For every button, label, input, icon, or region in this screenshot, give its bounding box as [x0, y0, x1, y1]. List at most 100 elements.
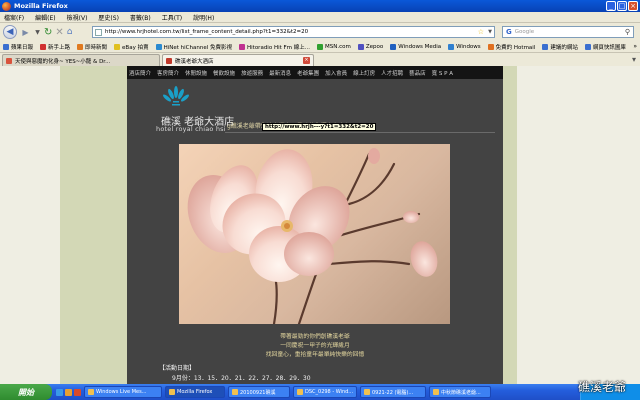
tab-2[interactable]: 礁溪老爺大酒店 × [162, 54, 314, 66]
taskbar-app-icon [232, 389, 238, 395]
hotel-logo-mark-icon [162, 86, 190, 106]
start-label: 開始 [18, 387, 34, 397]
taskbar-button-label: 0921-22 (電腦)... [372, 389, 414, 396]
bookmark-favicon [542, 43, 549, 50]
bookmark-label: 網頁快訊圖庫 [592, 44, 626, 51]
bookmark-label: MSN.com [325, 43, 351, 50]
bookmark-item[interactable]: Windows Media [390, 43, 442, 50]
site-nav-item[interactable]: 線上訂房 [353, 69, 375, 77]
menu-file[interactable]: 檔案(F) [4, 13, 24, 22]
firefox-icon [2, 1, 11, 11]
menu-help[interactable]: 說明(H) [193, 13, 214, 22]
bookmark-item[interactable]: eBay 拍賣 [114, 43, 149, 51]
home-button[interactable]: ⌂ [67, 25, 73, 39]
bookmark-item[interactable]: Windows [448, 43, 481, 50]
search-placeholder: Google [514, 29, 535, 35]
bookmark-item[interactable]: MSN.com [317, 43, 351, 50]
window-controls: _ □ × [606, 1, 638, 11]
tab-close-icon[interactable]: × [303, 57, 310, 64]
bookmark-item[interactable]: HiNet hiChannel 免費影視 [155, 43, 232, 51]
tab-label: 礁溪老爺大酒店 [175, 58, 214, 65]
search-icon[interactable]: ⚲ [625, 28, 630, 36]
site-nav-item[interactable]: 人才招聘 [381, 69, 403, 77]
address-bar[interactable]: http://www.hrjhotel.com.tw/list_frame_co… [92, 26, 495, 38]
tab-label: 天使與惡魔的化身~ YES~小龍 & Dr... [15, 58, 111, 65]
list-all-tabs-icon[interactable]: ▾ [632, 55, 636, 64]
bookmark-item[interactable]: Zepoo [357, 43, 384, 50]
windows-taskbar: 開始 Windows Live Mes... Mozilla Firefox 201… [0, 384, 640, 400]
folder-icon[interactable] [65, 388, 72, 396]
bookmark-item[interactable]: 建議的網站 [542, 43, 578, 51]
maximize-button[interactable]: □ [617, 1, 627, 11]
site-nav-item[interactable]: 最新消息 [269, 69, 291, 77]
start-button[interactable]: 開始 [0, 384, 52, 400]
site-nav-item[interactable]: 休閒設施 [185, 69, 207, 77]
taskbar-button[interactable]: Windows Live Mes... [84, 386, 162, 398]
site-nav-item[interactable]: 加入會員 [325, 69, 347, 77]
forward-button[interactable]: ▶ [20, 25, 31, 39]
site-nav-item[interactable]: 餐飲設施 [213, 69, 235, 77]
bookmark-star-icon[interactable]: ☆ [478, 28, 484, 36]
bookmark-item[interactable]: 免費的 Hotmail [487, 43, 535, 51]
taskbar-button[interactable]: DSC_0298 - Wind... [293, 386, 357, 398]
minimize-button[interactable]: _ [606, 1, 616, 11]
site-nav: 酒店簡介 客房簡介 休閒設施 餐飲設施 旅遊服務 最新消息 老爺集團 加入會員 線上訂房 人才招聘… [127, 66, 503, 79]
page-side-margin-left [60, 66, 127, 384]
url-dropdown-icon[interactable]: ▼ [488, 29, 492, 35]
bookmark-label: eBay 拍賣 [122, 44, 149, 51]
page-side-margin-right [503, 66, 517, 384]
menu-edit[interactable]: 編輯(E) [35, 13, 55, 22]
tab-1[interactable]: 天使與惡魔的化身~ YES~小龍 & Dr... [2, 54, 160, 66]
site-nav-item[interactable]: 寬 S P A [432, 69, 453, 77]
bookmark-label: Windows Media [398, 43, 442, 50]
page-viewport[interactable]: 酒店簡介 客房簡介 休閒設施 餐飲設施 旅遊服務 最新消息 老爺集團 加入會員 線上訂房 人才招聘… [0, 66, 640, 384]
taskbar-app-icon [364, 389, 370, 395]
taskbar-button-label: 中秋節礁溪老爺... [441, 389, 481, 396]
site-nav-item[interactable]: 老爺集團 [297, 69, 319, 77]
menu-tools[interactable]: 工具(T) [162, 13, 182, 22]
bookmark-label: 新手上路 [48, 44, 71, 51]
bookmark-label: 建議的網站 [550, 44, 578, 51]
bookmarks-toolbar: 蘋果日報 新手上路 即時新聞 eBay 拍賣 HiNet hiChannel 免費影視 H… [0, 41, 640, 53]
bookmark-favicon [487, 43, 494, 50]
bookmark-item[interactable]: 新手上路 [40, 43, 70, 51]
event-dates: 9月份：13．15．20．21．22．27．28．29．30 [172, 375, 311, 382]
site-nav-item[interactable]: 旅遊服務 [241, 69, 263, 77]
bookmark-item[interactable]: Hitoradio Hit Fm 線上... [239, 43, 310, 51]
back-button[interactable]: ◀ [3, 25, 17, 39]
address-url[interactable]: http://www.hrjhotel.com.tw/list_frame_co… [105, 29, 308, 35]
bookmark-label: Zepoo [365, 43, 384, 50]
bookmark-favicon [239, 43, 245, 50]
taskbar-button[interactable]: 中秋節礁溪老爺... [429, 386, 491, 398]
site-nav-item[interactable]: 藝品店 [409, 69, 426, 77]
firefox-quicklaunch-icon[interactable] [74, 388, 81, 396]
tab-favicon [166, 57, 172, 64]
site-nav-item[interactable]: 酒店簡介 [129, 69, 151, 77]
taskbar-button[interactable]: Mozilla Firefox [165, 386, 225, 398]
bookmarks-overflow-icon[interactable]: » [633, 43, 637, 50]
close-button[interactable]: × [628, 1, 638, 11]
bookmark-label: Hitoradio Hit Fm 線上... [247, 44, 311, 51]
magnolia-photo [179, 144, 450, 324]
menu-history[interactable]: 歷史(S) [98, 13, 119, 22]
window-titlebar: Mozilla Firefox _ □ × [0, 0, 640, 12]
ie-icon[interactable] [56, 388, 63, 396]
taskbar-button[interactable]: 20100921礁溪 [228, 386, 290, 398]
menu-bookmarks[interactable]: 書籤(B) [130, 13, 151, 22]
menu-view[interactable]: 檢視(V) [67, 13, 88, 22]
bookmark-item[interactable]: 蘋果日報 [3, 43, 33, 51]
history-dropdown-icon[interactable]: ▼ [34, 25, 41, 39]
bookmark-item[interactable]: 即時新聞 [77, 43, 107, 51]
tab-favicon [6, 57, 12, 64]
taskbar-app-icon [88, 389, 94, 395]
taskbar-button[interactable]: 0921-22 (電腦)... [360, 386, 426, 398]
caption-line: 帶著最勁的你們創礁溪老爺 [280, 334, 350, 340]
tab-strip: 天使與惡魔的化身~ YES~小龍 & Dr... 礁溪老爺大酒店 × ▾ [0, 53, 640, 66]
site-nav-item[interactable]: 客房簡介 [157, 69, 179, 77]
taskbar-button-label: Mozilla Firefox [177, 389, 213, 395]
stop-button[interactable]: ✕ [55, 25, 63, 39]
reload-button[interactable]: ↻ [44, 25, 52, 39]
page-icon [95, 28, 102, 36]
search-box[interactable]: G Google ⚲ [502, 26, 634, 38]
bookmark-item[interactable]: 網頁快訊圖庫 [584, 43, 626, 51]
